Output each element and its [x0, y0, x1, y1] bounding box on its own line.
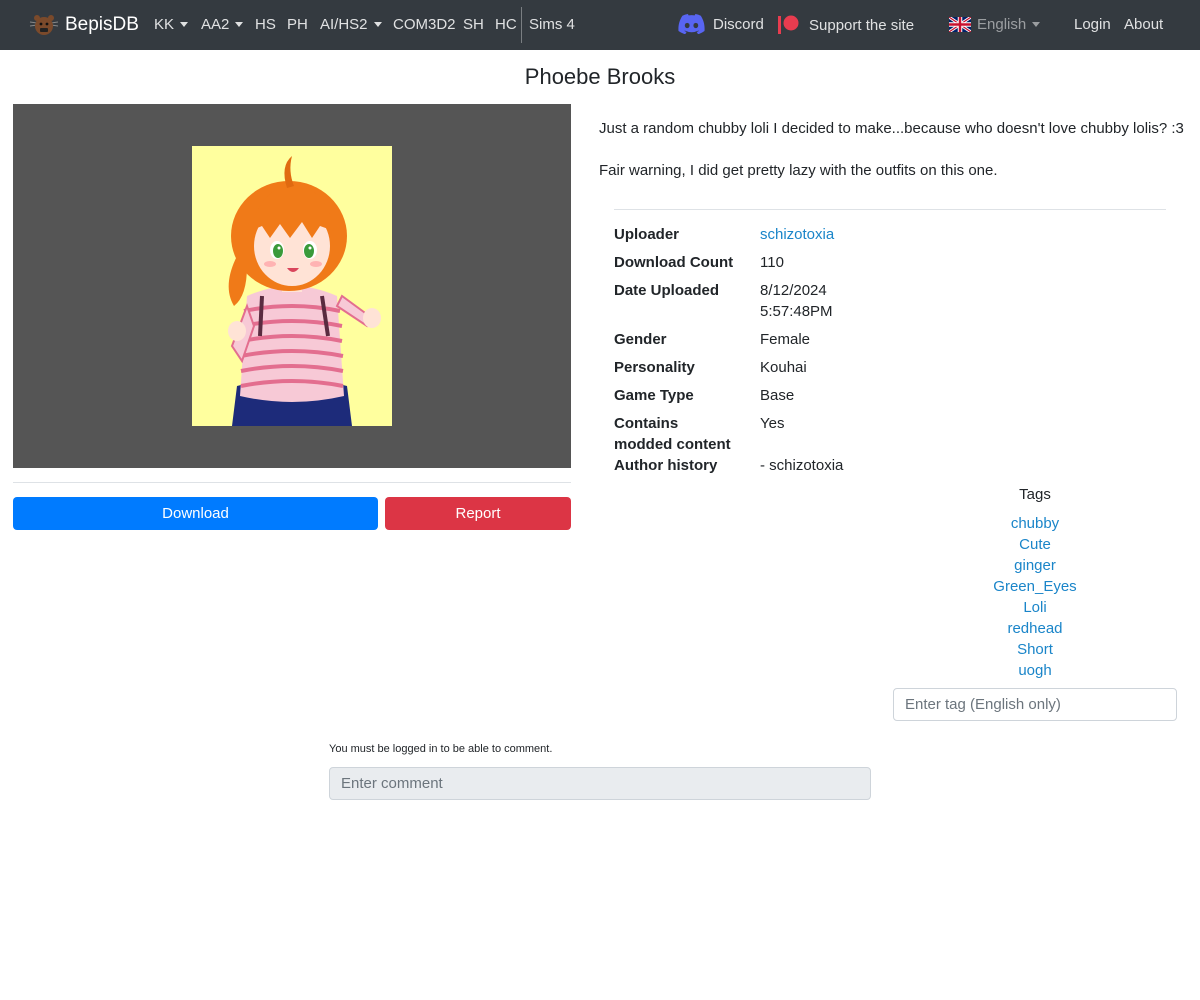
personality-label: Personality	[614, 359, 695, 376]
support-label: Support the site	[809, 16, 915, 34]
nav-ph-label: PH	[287, 16, 308, 33]
uk-flag-icon	[949, 17, 971, 32]
brand-link[interactable]: BepisDB	[29, 13, 139, 37]
discord-link[interactable]: Discord	[678, 14, 764, 34]
login-link[interactable]: Login	[1074, 16, 1111, 33]
nav-aihs2-dropdown[interactable]: AI/HS2	[320, 16, 382, 33]
chevron-down-icon	[1032, 22, 1041, 27]
language-dropdown[interactable]: English	[949, 16, 1041, 33]
tag-link[interactable]: Loli	[935, 597, 1135, 618]
tag-link[interactable]: chubby	[935, 513, 1135, 534]
nav-hc-label: HC	[495, 16, 517, 33]
card-preview-container	[13, 104, 571, 468]
modded-label-line-2: modded content	[614, 436, 731, 453]
description-line-1: Just a random chubby loli I decided to m…	[599, 120, 1184, 137]
bepis-logo-icon	[29, 15, 59, 35]
chevron-down-icon	[180, 22, 189, 27]
author-history-label: Author history	[614, 457, 718, 474]
nav-sh-label: SH	[463, 16, 484, 33]
nav-hc-link[interactable]: HC	[495, 16, 517, 33]
nav-aihs2-label: AI/HS2	[320, 16, 368, 33]
date-uploaded-label: Date Uploaded	[614, 282, 720, 299]
language-label: English	[977, 16, 1027, 33]
nav-com3d2-label: COM3D2	[393, 16, 456, 33]
divider	[13, 482, 571, 483]
support-link[interactable]: Support the site	[777, 15, 914, 35]
download-count-value: 110	[760, 254, 784, 271]
nav-divider	[521, 7, 522, 43]
patreon-icon	[778, 15, 799, 34]
tag-link[interactable]: redhead	[935, 618, 1135, 639]
date-uploaded-value: 8/12/2024	[760, 282, 827, 299]
tag-link[interactable]: ginger	[935, 555, 1135, 576]
nav-kk-dropdown[interactable]: KK	[154, 16, 189, 33]
gender-label: Gender	[614, 331, 667, 348]
tag-link[interactable]: Green_Eyes	[935, 576, 1135, 597]
tag-link[interactable]: Cute	[935, 534, 1135, 555]
description-line-2: Fair warning, I did get pretty lazy with…	[599, 162, 998, 179]
modded-label-line-1: Contains	[614, 415, 679, 432]
author-history-value: - schizotoxia	[760, 457, 844, 474]
game-type-label: Game Type	[614, 387, 694, 404]
report-button[interactable]: Report	[385, 497, 571, 530]
discord-icon	[678, 14, 705, 34]
discord-label: Discord	[713, 15, 764, 33]
tags-heading: Tags	[1019, 486, 1051, 503]
uploader-link[interactable]: schizotoxia	[760, 224, 880, 245]
personality-value: Kouhai	[760, 359, 807, 376]
nav-aa2-dropdown[interactable]: AA2	[201, 16, 244, 33]
comment-input[interactable]	[329, 767, 871, 800]
chevron-down-icon	[373, 22, 382, 27]
about-label: About	[1124, 16, 1164, 33]
modded-value: Yes	[760, 415, 785, 432]
nav-hs-link[interactable]: HS	[255, 16, 276, 33]
tag-link[interactable]: Short	[935, 639, 1135, 660]
brand-name: BepisDB	[65, 14, 139, 35]
chevron-down-icon	[235, 22, 244, 27]
login-label: Login	[1074, 16, 1111, 33]
nav-com3d2-link[interactable]: COM3D2	[393, 16, 456, 33]
download-button[interactable]: Download	[13, 497, 378, 530]
time-uploaded-value: 5:57:48PM	[760, 303, 833, 320]
gender-value: Female	[760, 331, 811, 348]
nav-sh-link[interactable]: SH	[463, 16, 484, 33]
game-type-value: Base	[760, 387, 795, 404]
tag-input[interactable]	[893, 688, 1177, 721]
nav-kk-label: KK	[154, 16, 175, 33]
about-link[interactable]: About	[1124, 16, 1163, 33]
nav-sims4-link[interactable]: Sims 4	[529, 16, 575, 33]
comment-login-note: You must be logged in to be able to comm…	[329, 743, 553, 755]
download-count-label: Download Count	[614, 254, 734, 271]
nav-ph-link[interactable]: PH	[287, 16, 308, 33]
tag-link[interactable]: uogh	[935, 660, 1135, 681]
nav-sims4-label: Sims 4	[529, 16, 575, 33]
top-navbar: BepisDB KK AA2 HS PH AI/HS2 COM3D2 SH HC…	[0, 0, 1200, 50]
nav-hs-label: HS	[255, 16, 276, 33]
divider	[614, 209, 1166, 210]
character-preview-image[interactable]	[192, 146, 392, 426]
page-title: Phoebe Brooks	[524, 64, 676, 89]
uploader-label: Uploader	[614, 226, 680, 243]
nav-aa2-label: AA2	[201, 16, 230, 33]
